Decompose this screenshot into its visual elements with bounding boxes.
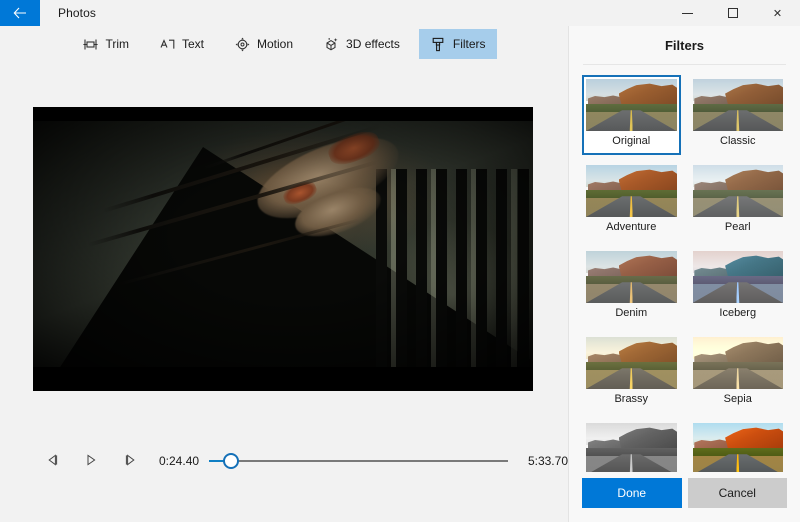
filter-thumbnail [692, 423, 783, 472]
video-frame-image [33, 107, 533, 391]
back-arrow-icon [13, 7, 27, 19]
motion-icon [234, 36, 250, 52]
toolbar-item-text[interactable]: Text [148, 29, 215, 59]
filters-panel: Filters Original Classic Adventure Pearl Den… [568, 26, 800, 522]
toolbar-label-filters: Filters [452, 37, 486, 51]
toolbar-item-3d-effects[interactable]: 3D effects [312, 29, 411, 59]
toolbar-item-motion[interactable]: Motion [223, 29, 304, 59]
filter-label: Denim [615, 307, 648, 319]
toolbar-label-trim: Trim [105, 37, 129, 51]
filter-label: Brassy [614, 393, 649, 405]
filter-thumbnail [692, 337, 783, 389]
filter-option-10[interactable] [689, 419, 788, 472]
next-frame-icon [124, 453, 137, 469]
filter-option-original[interactable]: Original [582, 75, 681, 155]
close-button[interactable]: ✕ [755, 0, 800, 26]
filter-thumbnail [586, 423, 677, 472]
toolbar-label-3d-effects: 3D effects [346, 37, 400, 51]
playback-controls: 0:24.40 5:33.70 [0, 432, 568, 490]
filter-thumbnail [692, 79, 783, 131]
filter-option-pearl[interactable]: Pearl [689, 161, 788, 241]
filter-thumbnail [586, 165, 677, 217]
cancel-button[interactable]: Cancel [687, 478, 787, 508]
filters-icon [430, 36, 446, 52]
play-button[interactable] [76, 446, 106, 476]
toolbar-label-text: Text [182, 37, 205, 51]
text-icon [159, 36, 175, 52]
trim-icon [82, 36, 98, 52]
filter-grid: Original Classic Adventure Pearl Denim Iceber… [569, 65, 800, 472]
filter-thumbnail [586, 337, 677, 389]
filter-thumbnail [692, 251, 783, 303]
window-controls: ✕ [665, 0, 800, 26]
filter-label: Pearl [724, 221, 751, 233]
timeline-scrubber[interactable] [209, 448, 508, 474]
next-frame-button[interactable] [115, 446, 145, 476]
current-time-label: 0:24.40 [159, 454, 200, 468]
filter-label: Sepia [723, 393, 752, 405]
filter-option-9[interactable] [582, 419, 681, 472]
preview-stage [0, 62, 568, 432]
filter-thumbnail [586, 251, 677, 303]
done-button[interactable]: Done [582, 478, 682, 508]
previous-frame-button[interactable] [37, 446, 67, 476]
back-button[interactable] [0, 0, 40, 26]
filter-option-iceberg[interactable]: Iceberg [689, 247, 788, 327]
app-title: Photos [58, 6, 96, 20]
3d-effects-icon [323, 36, 339, 52]
photos-video-editor-window: Photos ✕ Trim Text Motion 3D effects Fil… [0, 0, 800, 522]
filter-label: Adventure [606, 221, 657, 233]
filter-option-adventure[interactable]: Adventure [582, 161, 681, 241]
vignette-overlay [33, 107, 533, 391]
filter-option-denim[interactable]: Denim [582, 247, 681, 327]
filter-label: Classic [720, 135, 756, 147]
minimize-button[interactable] [665, 0, 710, 26]
letterbox-bottom [33, 367, 533, 391]
filter-option-sepia[interactable]: Sepia [689, 333, 788, 413]
filter-option-classic[interactable]: Classic [689, 75, 788, 155]
filter-thumbnail [692, 165, 783, 217]
scrubber-track [209, 460, 508, 462]
toolbar-item-filters[interactable]: Filters [418, 29, 497, 59]
toolbar-label-motion: Motion [257, 37, 294, 51]
close-icon: ✕ [772, 6, 783, 20]
total-time-label: 5:33.70 [527, 454, 568, 468]
maximize-button[interactable] [710, 0, 755, 26]
editor-toolbar: Trim Text Motion 3D effects Filters [0, 26, 568, 62]
letterbox-top [33, 107, 533, 121]
filter-thumbnail [586, 79, 677, 131]
title-bar: Photos ✕ [0, 0, 800, 26]
play-icon [85, 453, 97, 469]
previous-frame-icon [46, 453, 59, 469]
filter-label: Original [612, 135, 651, 147]
scrubber-handle[interactable] [222, 453, 239, 469]
panel-actions: Done Cancel [569, 472, 800, 522]
filter-label: Iceberg [719, 307, 757, 319]
video-preview[interactable] [33, 107, 533, 391]
filter-option-brassy[interactable]: Brassy [582, 333, 681, 413]
maximize-icon [727, 8, 738, 18]
filters-panel-title: Filters [664, 37, 704, 53]
minimize-icon [682, 12, 693, 14]
toolbar-item-trim[interactable]: Trim [71, 29, 140, 59]
